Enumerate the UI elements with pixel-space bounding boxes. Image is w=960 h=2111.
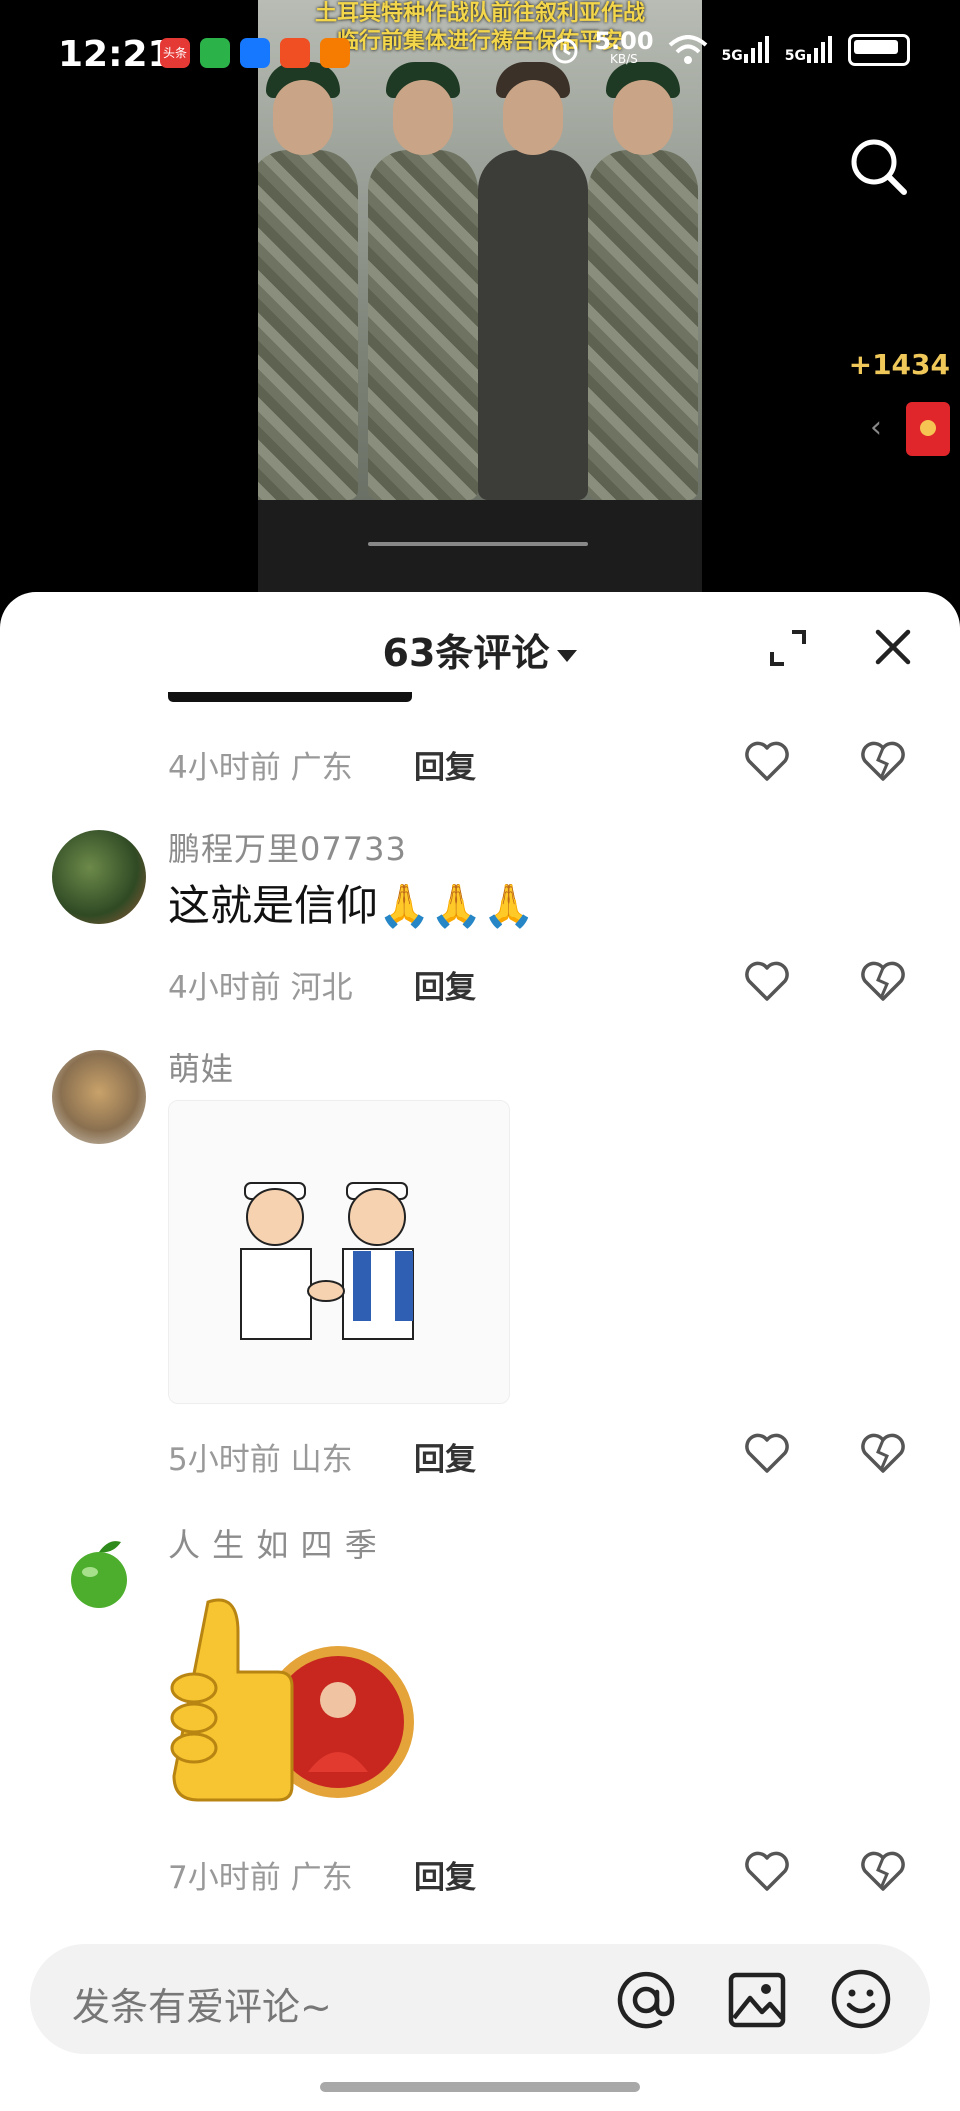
comment-username[interactable]: 萌娃 [168,1044,234,1090]
wifi-icon [668,35,707,64]
comments-title-dropdown[interactable]: 63条评论 [0,622,960,677]
status-indicators: 5.00 KB/S 5G 5G [550,27,910,68]
broken-heart-icon[interactable] [860,740,906,782]
battery-icon [848,34,910,66]
reply-button[interactable]: 回复 [414,742,476,787]
at-icon[interactable] [616,1970,676,2030]
comment-username[interactable]: 人 生 如 四 季 [168,1520,378,1566]
alarm-icon [552,38,578,64]
comments-sheet: 63条评论 4小时前 广东 回复 鹏程万里07733 这就是信仰🙏🙏🙏 4小时前… [0,592,960,2111]
phone-app-icon [200,38,230,68]
status-bar: 12:21 头条 5.00 KB/S 5G 5G [0,0,960,110]
close-icon[interactable] [870,624,916,670]
thumbs-up-sticker [170,1598,414,1802]
comment-location: 河北 [290,970,353,1006]
signal-1-label: 5G [721,48,743,64]
green-apple-icon [71,1541,127,1608]
reply-button[interactable]: 回复 [414,1852,476,1897]
comment-time: 4小时前 [168,970,281,1006]
app-icon [320,38,350,68]
caret-down-icon [557,649,578,662]
avatar[interactable] [52,830,146,924]
broken-heart-icon[interactable] [860,1850,906,1892]
avatar[interactable] [52,1526,146,1620]
notification-icons: 头条 [160,38,350,68]
soldier-figure [478,62,588,500]
comment-input-bar[interactable]: 发条有爱评论~ [30,1944,930,2054]
soldier-figure [368,62,478,500]
red-packet-icon[interactable] [906,402,950,456]
comments-count-title: 63条评论 [382,631,550,675]
image-icon[interactable] [728,1972,786,2028]
heart-icon[interactable] [744,1432,790,1474]
comment-text: 这就是信仰🙏🙏🙏 [168,881,535,930]
comment-username[interactable]: 鹏程万里07733 [168,824,407,870]
broken-heart-icon[interactable] [860,960,906,1002]
toutiao-app-icon: 头条 [160,38,190,68]
avatar[interactable] [52,1050,146,1144]
sticker-image[interactable] [168,1100,510,1404]
reply-button[interactable]: 回复 [414,1434,476,1479]
search-icon[interactable] [846,134,910,198]
heart-icon[interactable] [744,740,790,782]
network-speed: 5.00 KB/S [594,27,654,68]
comment-meta: 4小时前 广东 [168,742,353,787]
comment-location: 广东 [290,750,353,786]
clock: 12:21 [58,34,173,75]
comment-meta: 7小时前 广东 [168,1852,353,1897]
broken-heart-icon[interactable] [860,1432,906,1474]
home-indicator[interactable] [320,2082,640,2092]
emoji-sticker[interactable] [168,1572,418,1812]
chevron-left-icon[interactable]: ‹ [870,410,882,445]
truncated-content [168,692,412,702]
signal-2-label: 5G [784,48,806,64]
emoji-icon[interactable] [830,1968,892,2030]
comment-time: 7小时前 [168,1860,281,1896]
video-progress-bar[interactable] [368,542,588,546]
soldier-figure [588,62,698,500]
comments-header: 63条评论 [0,592,960,696]
cellular-signal-2: 5G [785,36,834,64]
comment-meta: 4小时前 河北 [168,962,353,1007]
comment-time: 5小时前 [168,1442,281,1478]
heart-icon[interactable] [744,1850,790,1892]
comment-location: 广东 [290,1860,353,1896]
soldier-figure [258,62,358,500]
signal-bars-icon [807,36,832,63]
comment-time: 4小时前 [168,750,281,786]
alipay-app-icon [240,38,270,68]
network-speed-unit: KB/S [610,52,638,66]
reward-count: +1434 [848,348,950,381]
cellular-signal-1: 5G [722,36,771,64]
comment-meta: 5小时前 山东 [168,1434,353,1479]
reply-button[interactable]: 回复 [414,962,476,1007]
video-controls [258,500,702,592]
taobao-app-icon [280,38,310,68]
comment-location: 山东 [290,1442,353,1478]
expand-icon[interactable] [768,628,808,668]
signal-bars-icon [743,36,769,63]
handshake-sticker [240,1182,414,1340]
network-speed-value: 5.00 [594,27,654,55]
comment-input[interactable]: 发条有爱评论~ [72,1976,332,2031]
heart-icon[interactable] [744,960,790,1002]
